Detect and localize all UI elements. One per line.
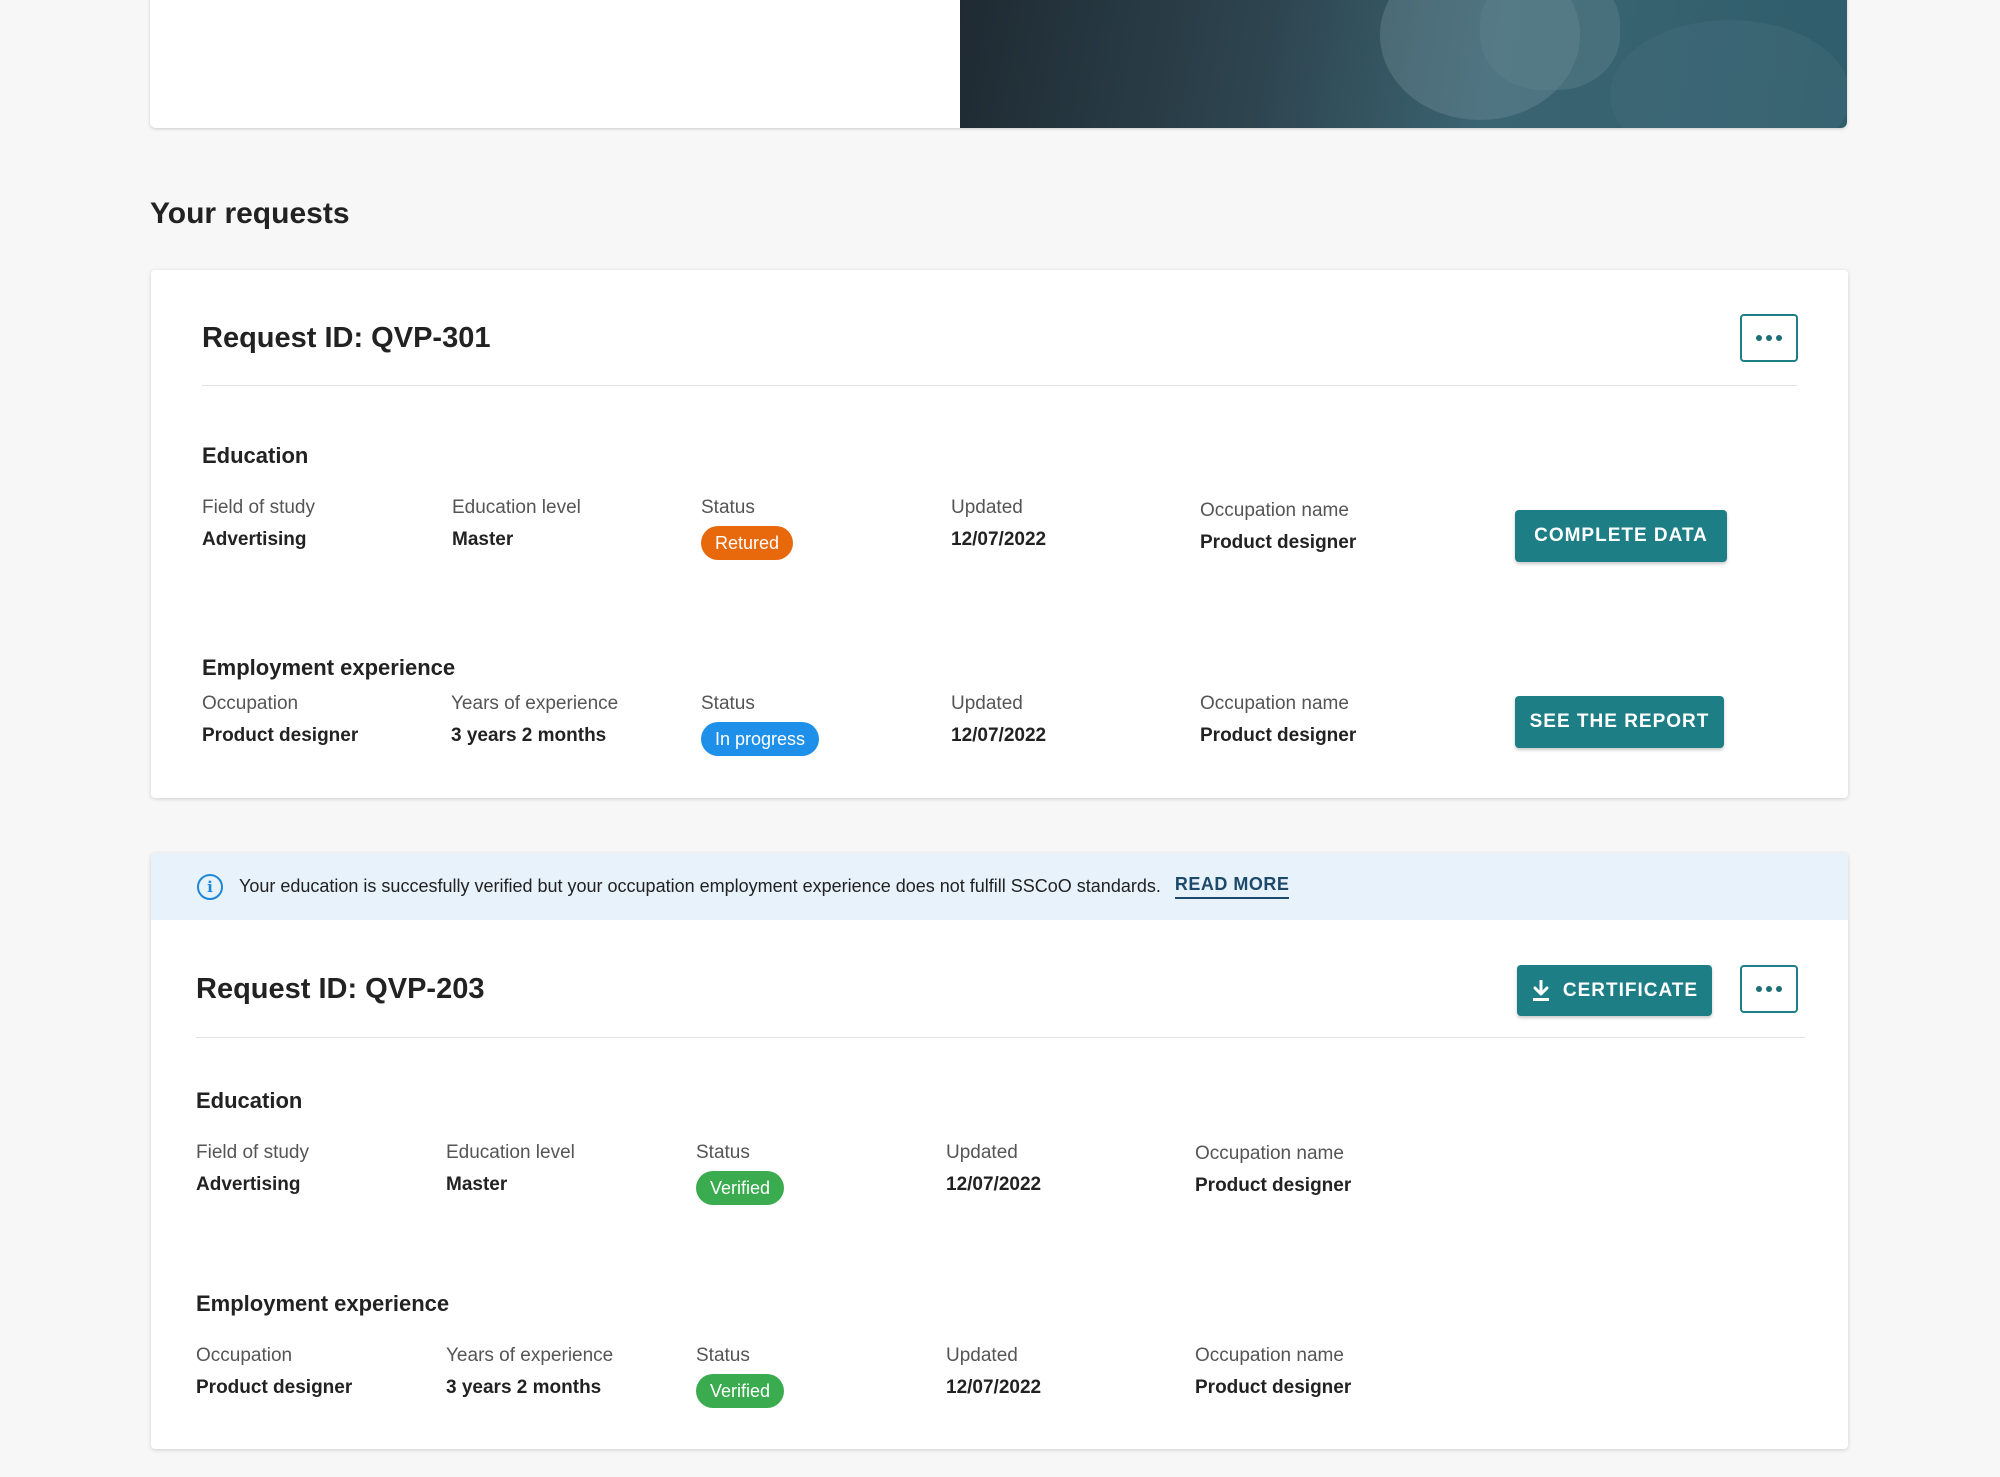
see-report-button[interactable]: SEE THE REPORT [1515, 696, 1724, 748]
field-label: Field of study [196, 1142, 309, 1163]
divider [202, 385, 1797, 386]
status-badge: Retured [701, 526, 794, 560]
field-value: Advertising [196, 1174, 301, 1195]
field-label: Status [696, 1142, 750, 1163]
field-label: Occupation name [1200, 693, 1349, 714]
field-value: 12/07/2022 [951, 725, 1047, 746]
field-value: Product designer [196, 1377, 353, 1398]
field-label: Education level [452, 497, 581, 518]
field-label: Updated [946, 1345, 1018, 1366]
field-value: Product designer [1195, 1175, 1352, 1196]
field-label: Occupation name [1195, 1143, 1344, 1164]
field-value: Product designer [1200, 532, 1357, 553]
field-value: Product designer [1200, 725, 1357, 746]
field-value: Master [446, 1174, 508, 1195]
field-value: 12/07/2022 [951, 529, 1047, 550]
read-more-link[interactable]: READ MORE [1174, 874, 1290, 899]
education-heading: Education [202, 443, 309, 468]
hero-text-panel [150, 0, 960, 128]
field-label: Status [696, 1345, 750, 1366]
more-horizontal-icon [1756, 335, 1782, 341]
divider [196, 1037, 1805, 1038]
hero-banner [150, 0, 1847, 128]
download-icon [1532, 979, 1549, 1001]
request-title: Request ID: QVP-203 [196, 973, 485, 1005]
field-value: 3 years 2 months [446, 1377, 602, 1398]
more-options-button[interactable] [1740, 965, 1798, 1013]
field-label: Occupation [202, 693, 299, 714]
field-label: Years of experience [446, 1345, 614, 1366]
field-label: Updated [951, 693, 1023, 714]
field-value: Advertising [202, 529, 307, 550]
info-banner: i Your education is succesfully verified… [151, 853, 1848, 920]
field-value: Master [452, 529, 514, 550]
field-value: Product designer [1195, 1377, 1352, 1398]
field-label: Occupation name [1195, 1345, 1344, 1366]
field-value: 12/07/2022 [946, 1377, 1042, 1398]
education-heading: Education [196, 1088, 303, 1113]
field-label: Years of experience [451, 693, 619, 714]
request-title: Request ID: QVP-301 [202, 322, 491, 354]
certificate-label: CERTIFICATE [1562, 979, 1699, 1001]
field-label: Occupation [196, 1345, 293, 1366]
field-value: 3 years 2 months [451, 725, 607, 746]
employment-heading: Employment experience [196, 1291, 450, 1316]
request-card: Request ID: QVP-203 CERTIFICATE Educatio… [151, 853, 1848, 1449]
field-label: Updated [946, 1142, 1018, 1163]
field-label: Field of study [202, 497, 315, 518]
field-value: Product designer [202, 725, 359, 746]
field-label: Status [701, 497, 755, 518]
section-title: Your requests [150, 197, 350, 230]
more-horizontal-icon [1756, 986, 1782, 992]
request-card: Request ID: QVP-301 Education Field of s… [151, 270, 1848, 798]
certificate-download-button[interactable]: CERTIFICATE [1517, 965, 1712, 1016]
status-badge: Verified [696, 1171, 785, 1205]
info-icon: i [197, 873, 223, 900]
info-banner-text: Your education is succesfully verified b… [239, 876, 1161, 896]
more-options-button[interactable] [1740, 314, 1798, 362]
field-label: Status [701, 693, 755, 714]
status-badge: In progress [701, 722, 820, 756]
hero-image [960, 0, 1847, 128]
page: Your requests Request ID: QVP-301 Educat… [0, 0, 2000, 1477]
employment-heading: Employment experience [202, 655, 456, 680]
field-label: Updated [951, 497, 1023, 518]
complete-data-button[interactable]: COMPLETE DATA [1515, 510, 1727, 562]
field-value: 12/07/2022 [946, 1174, 1042, 1195]
status-badge: Verified [696, 1374, 785, 1408]
field-label: Occupation name [1200, 500, 1349, 521]
field-label: Education level [446, 1142, 575, 1163]
